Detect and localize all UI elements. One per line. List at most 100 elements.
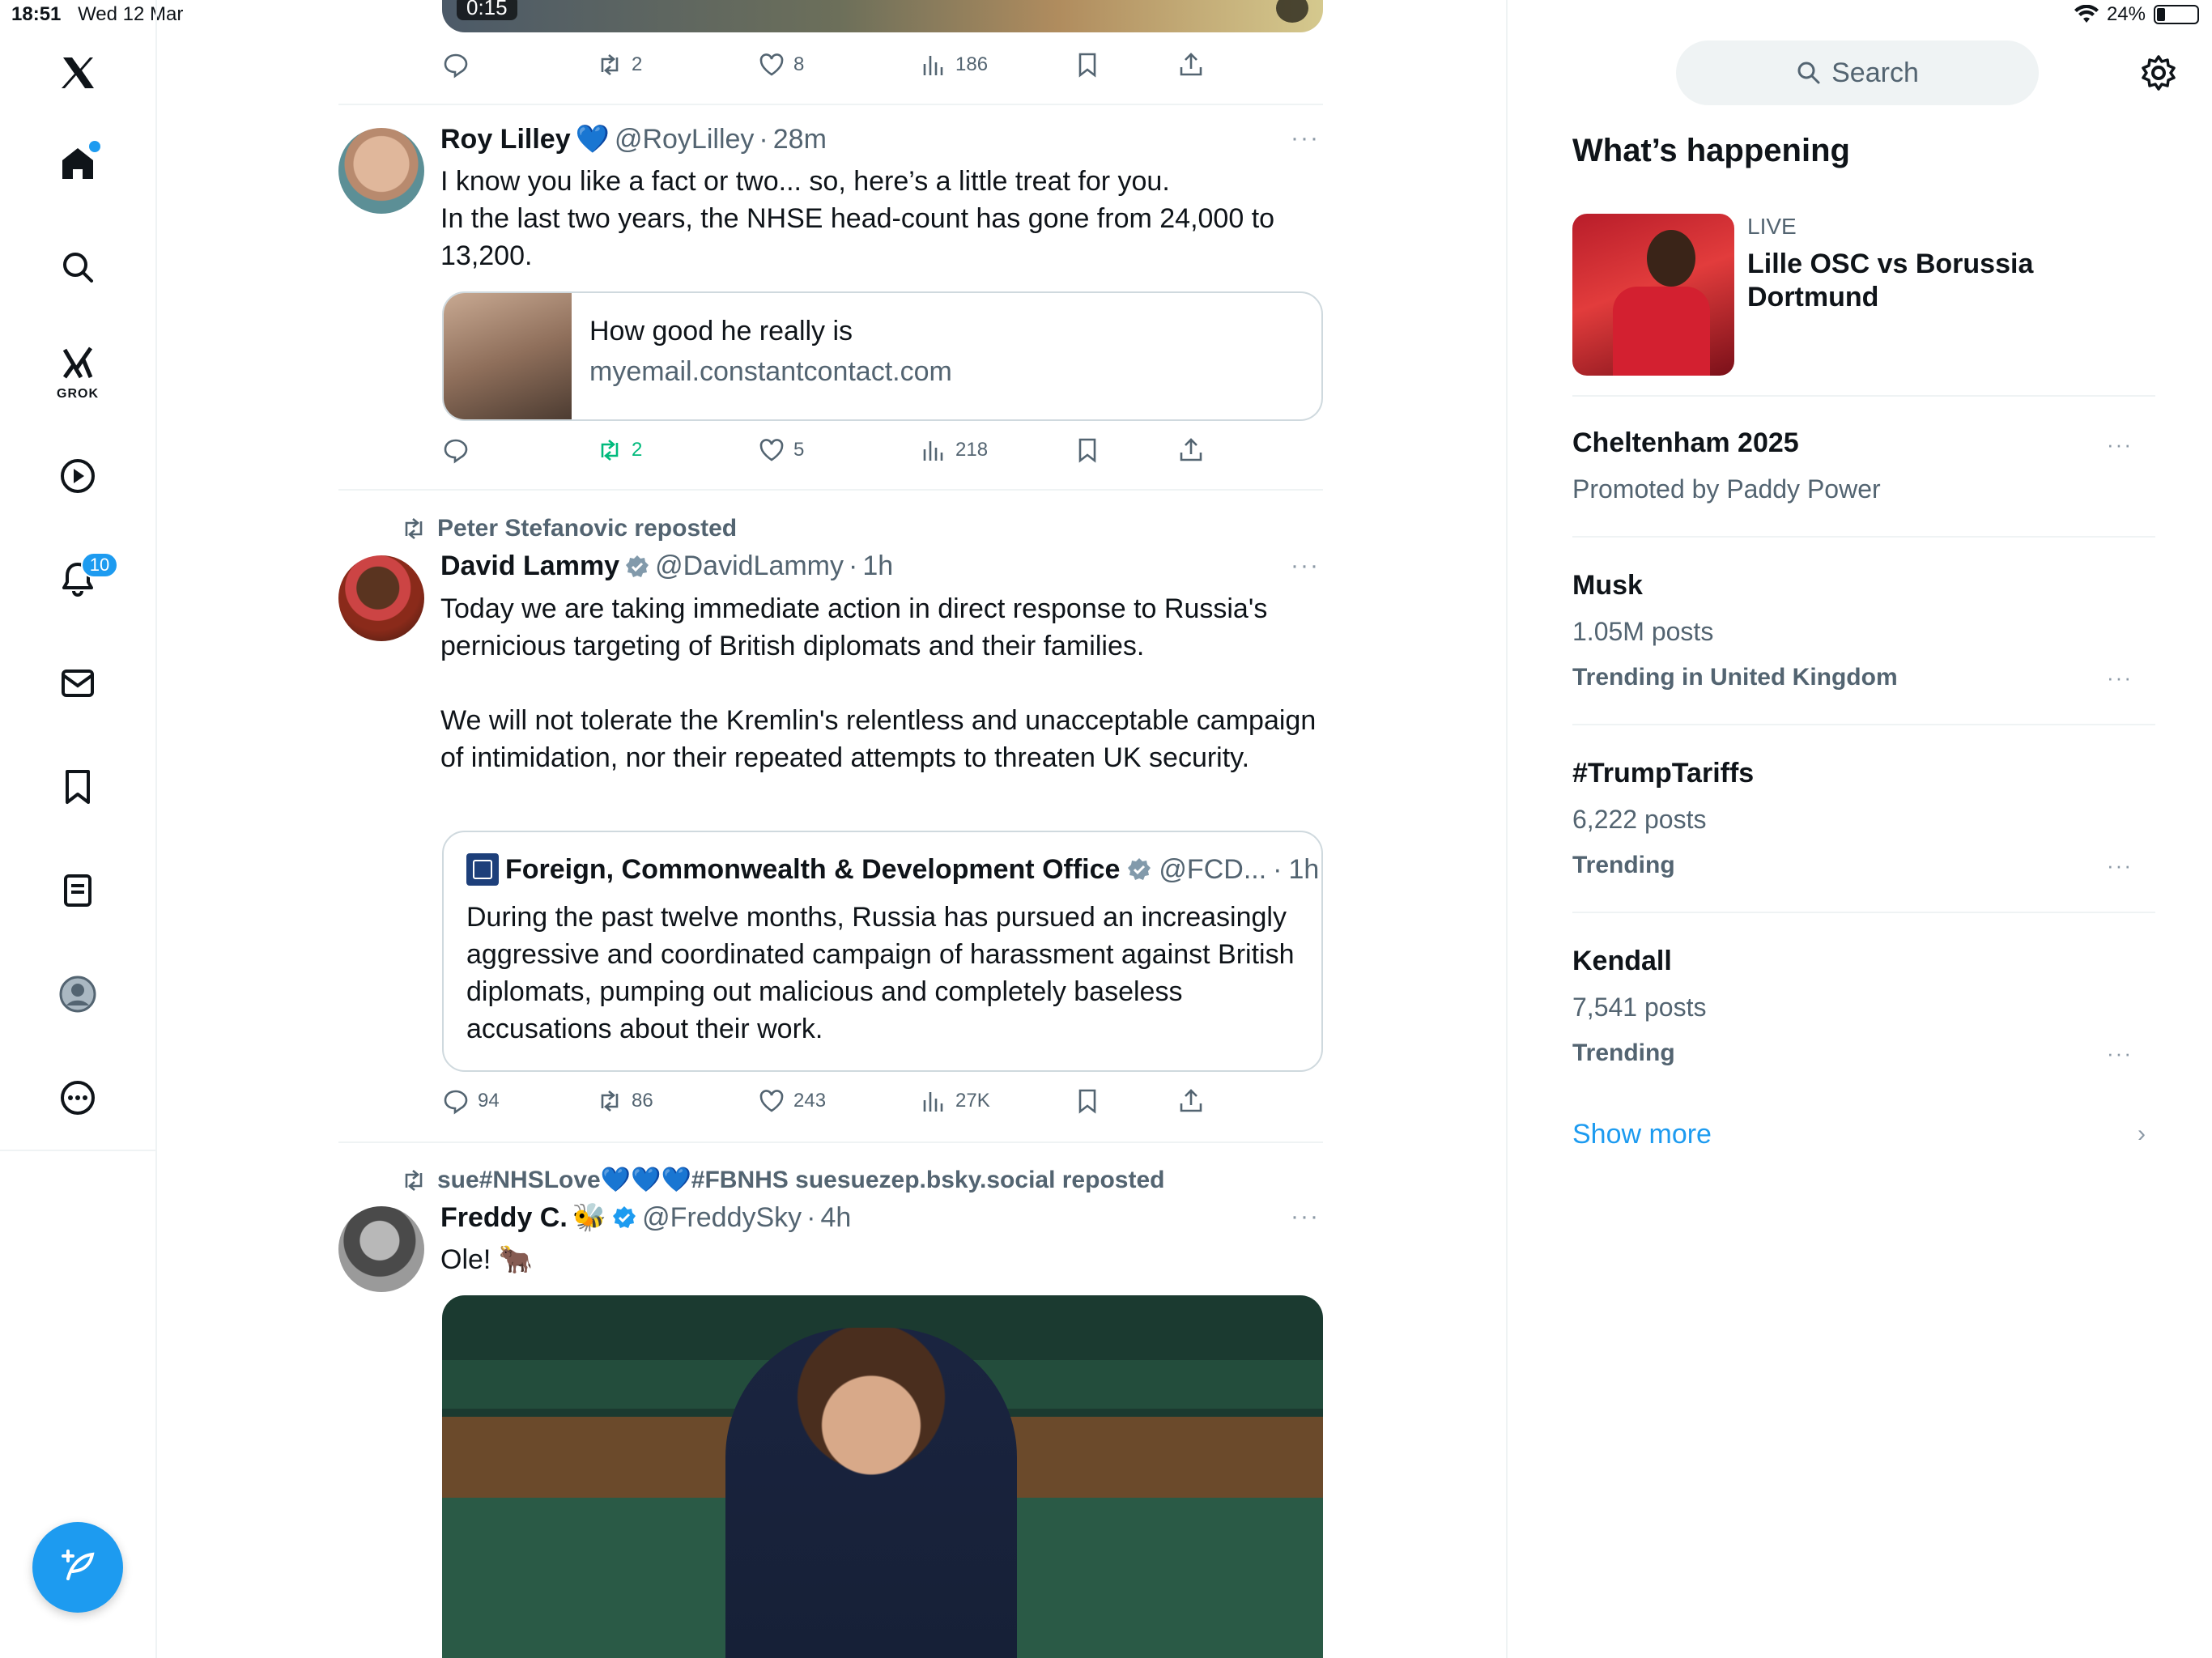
nav-bookmarks[interactable]: [45, 755, 110, 819]
reply-button[interactable]: 94: [442, 1085, 500, 1117]
share-button[interactable]: [1177, 49, 1205, 81]
trend-context: Trending: [1572, 852, 1675, 878]
views-button[interactable]: 27K: [920, 1085, 990, 1117]
nav-explore[interactable]: [45, 235, 110, 300]
separator-dot: ·: [806, 1201, 816, 1233]
more-icon[interactable]: ···: [2107, 665, 2133, 691]
repost-by: sue#NHSLove💙💙💙#FBNHS suesuezep.bsky.soci…: [437, 1167, 1165, 1193]
trend-promoted: Promoted by Paddy Power: [1572, 474, 1881, 504]
share-button[interactable]: [1177, 434, 1205, 466]
bookmark-icon: [1078, 53, 1096, 78]
nav-lists[interactable]: [45, 858, 110, 923]
link-card[interactable]: How good he really is myemail.constantco…: [442, 291, 1323, 421]
trend-title[interactable]: Musk: [1572, 570, 1643, 602]
post-time[interactable]: 28m: [773, 124, 827, 155]
nav-home[interactable]: [45, 131, 110, 196]
trend-title[interactable]: Kendall: [1572, 946, 1672, 977]
top-video[interactable]: 0:15: [442, 0, 1323, 32]
bookmark-button[interactable]: [1074, 434, 1101, 466]
bookmark-button[interactable]: [1074, 49, 1101, 81]
repost-button[interactable]: 86: [596, 1085, 653, 1117]
author-handle[interactable]: @FreddySky: [642, 1202, 802, 1234]
search-input[interactable]: Search: [1676, 40, 2039, 105]
reply-icon: [444, 1090, 468, 1115]
author-name[interactable]: Freddy C.: [440, 1202, 568, 1234]
x-logo-icon[interactable]: [45, 40, 110, 105]
nav-video[interactable]: [45, 444, 110, 508]
author-handle[interactable]: @RoyLilley: [615, 124, 754, 155]
verified-gray-icon: [1128, 858, 1151, 880]
share-icon: [1180, 1089, 1202, 1112]
trend-title[interactable]: #TrumpTariffs: [1572, 758, 1754, 789]
post-image[interactable]: [442, 1295, 1323, 1658]
quote-author-name: Foreign, Commonwealth & Development Offi…: [505, 853, 1121, 885]
like-count: 243: [793, 1090, 827, 1112]
views-count: 218: [955, 439, 989, 461]
author-name[interactable]: Roy Lilley: [440, 124, 571, 155]
quote-header: Foreign, Commonwealth & Development Offi…: [466, 853, 1319, 886]
gear-icon[interactable]: [2139, 53, 2178, 92]
share-button[interactable]: [1177, 1085, 1205, 1117]
more-icon[interactable]: ···: [2107, 432, 2133, 457]
avatar[interactable]: [338, 128, 424, 214]
post-time[interactable]: 4h: [821, 1202, 852, 1234]
quote-time: 1h: [1288, 853, 1320, 885]
like-button[interactable]: 243: [758, 1085, 826, 1117]
mute-icon[interactable]: [1276, 0, 1308, 23]
bookmark-icon: [66, 770, 90, 804]
nav-messages[interactable]: [45, 651, 110, 716]
notifications-badge: 10: [81, 552, 118, 578]
more-icon[interactable]: ···: [1291, 552, 1320, 580]
live-event-title[interactable]: Lille OSC vs Borussia Dortmund: [1747, 248, 2071, 314]
reply-button[interactable]: [442, 434, 478, 466]
post-actions: 2 5 218: [442, 434, 1323, 466]
grok-icon: [62, 346, 93, 379]
like-count: 8: [793, 53, 805, 75]
search-icon: [63, 253, 93, 283]
quote-card[interactable]: Foreign, Commonwealth & Development Offi…: [442, 831, 1323, 1072]
avatar[interactable]: [338, 1206, 424, 1292]
views-icon: [923, 1092, 943, 1112]
like-button[interactable]: 5: [758, 434, 804, 466]
post-text: Today we are taking immediate action in …: [440, 593, 1317, 773]
bookmark-button[interactable]: [1074, 1085, 1101, 1117]
right-sidebar: Search What’s happening LIVE Lille OSC v…: [1508, 0, 2212, 1658]
more-icon[interactable]: ···: [1291, 1203, 1320, 1231]
profile-icon: [59, 976, 96, 1013]
repost-button[interactable]: 2: [596, 49, 642, 81]
repost-count: 2: [632, 439, 643, 461]
repost-count: 86: [632, 1090, 653, 1112]
trend-title[interactable]: Cheltenham 2025: [1572, 427, 1799, 459]
nav-notifications[interactable]: 10: [45, 547, 118, 612]
reply-icon: [444, 53, 468, 79]
bookmark-icon: [1078, 1089, 1096, 1114]
live-event-image[interactable]: [1572, 214, 1734, 376]
views-button[interactable]: 218: [920, 434, 988, 466]
more-icon[interactable]: ···: [1291, 125, 1320, 152]
repost-indicator[interactable]: sue#NHSLove💙💙💙#FBNHS suesuezep.bsky.soci…: [400, 1166, 1164, 1194]
divider: [338, 1141, 1323, 1143]
link-domain: myemail.constantcontact.com: [589, 356, 952, 387]
post-time[interactable]: 1h: [862, 551, 893, 582]
nav-profile[interactable]: [45, 962, 110, 1027]
repost-icon: [601, 1090, 619, 1112]
nav-more[interactable]: [45, 1065, 110, 1130]
like-button[interactable]: 8: [758, 49, 804, 81]
reply-count: 94: [478, 1090, 500, 1112]
show-more-link[interactable]: Show more: [1572, 1119, 1712, 1150]
repost-indicator[interactable]: Peter Stefanovic reposted: [400, 515, 737, 542]
link-thumbnail: [444, 293, 572, 419]
views-button[interactable]: 186: [920, 49, 988, 81]
author-handle[interactable]: @DavidLammy: [655, 551, 844, 582]
reply-button[interactable]: [442, 49, 478, 81]
compose-button[interactable]: [32, 1522, 123, 1613]
like-count: 5: [793, 439, 805, 461]
more-icon[interactable]: ···: [2107, 853, 2133, 878]
avatar[interactable]: [338, 555, 424, 641]
search-icon: [1797, 62, 1820, 84]
whats-happening-title: What’s happening: [1572, 133, 1850, 168]
separator-dot: ·: [1273, 853, 1283, 885]
more-icon[interactable]: ···: [2107, 1041, 2133, 1066]
author-name[interactable]: David Lammy: [440, 551, 619, 582]
repost-button[interactable]: 2: [596, 434, 642, 466]
